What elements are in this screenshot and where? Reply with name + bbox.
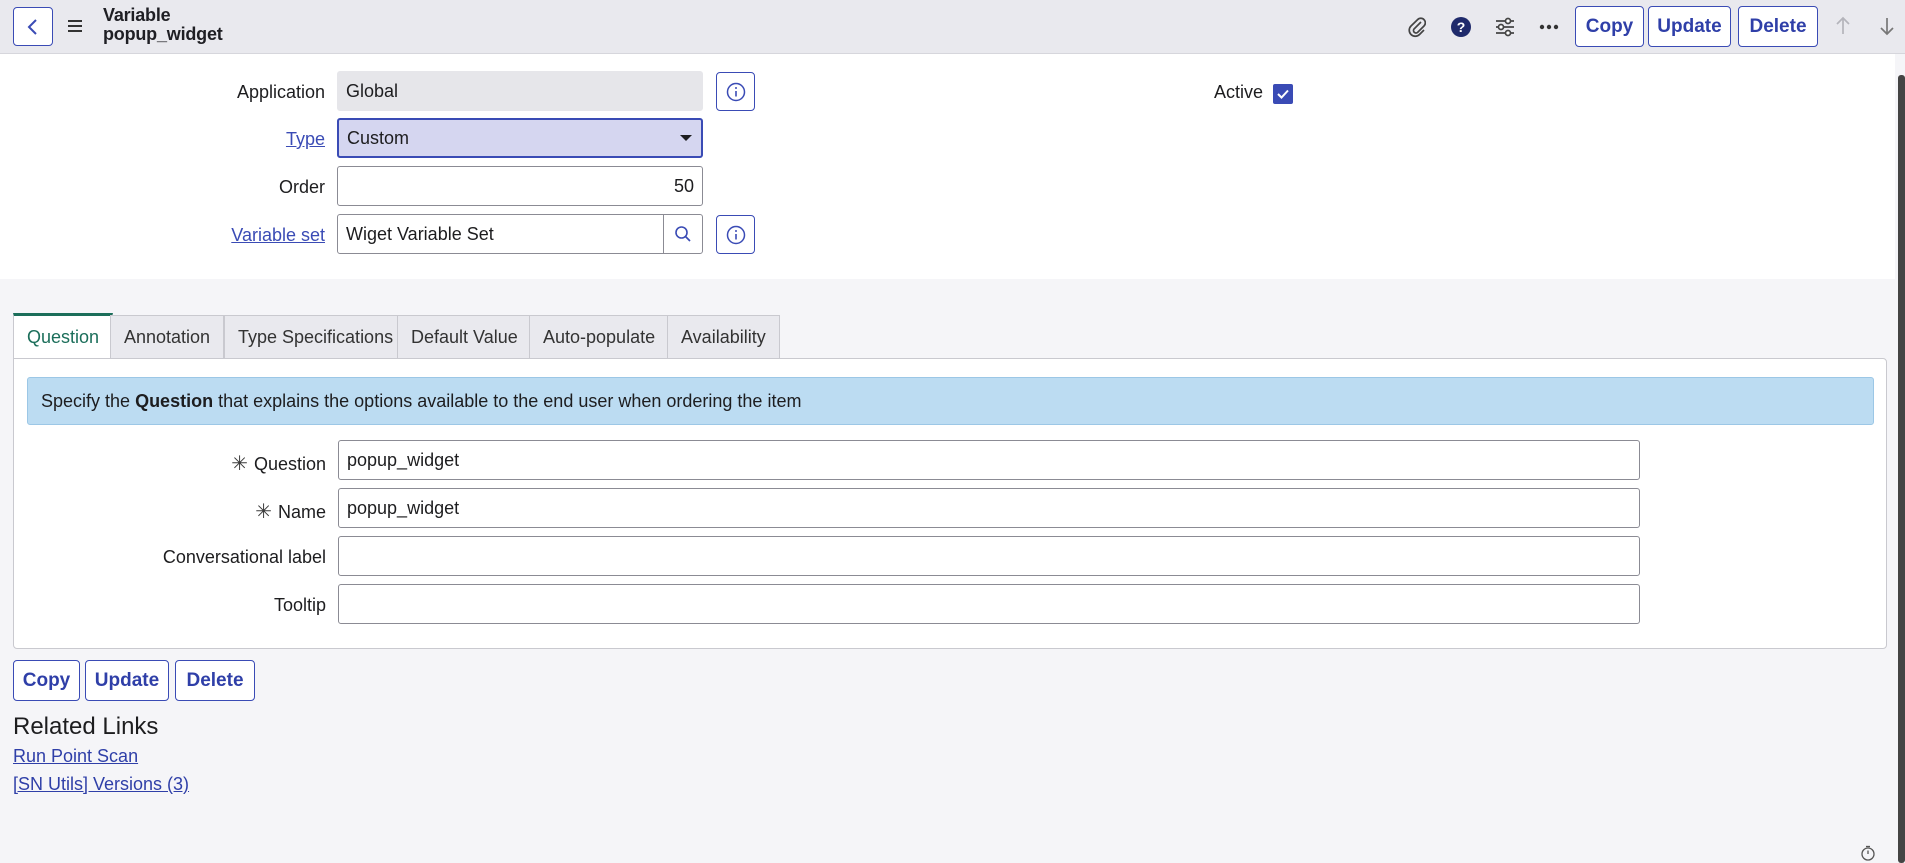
info-icon: [726, 225, 745, 244]
application-field: Global: [337, 71, 703, 111]
question-label-text: Question: [253, 454, 326, 474]
delete-button[interactable]: Delete: [1738, 6, 1818, 47]
banner-text-bold: Question: [135, 390, 214, 411]
tooltip-label: Tooltip: [273, 595, 326, 615]
tab-default-value[interactable]: Default Value: [397, 315, 532, 359]
order-input[interactable]: 50: [337, 166, 703, 206]
tooltip-input[interactable]: [338, 584, 1640, 624]
variable-set-label-link[interactable]: Variable set: [150, 225, 325, 246]
question-input[interactable]: popup_widget: [338, 440, 1640, 480]
variable-set-info-button[interactable]: [716, 215, 755, 254]
tab-annotation[interactable]: Annotation: [110, 315, 225, 359]
page-scrollbar[interactable]: [1898, 75, 1905, 863]
record-form-top: Application Global Active Type Custom Or…: [0, 54, 1895, 279]
active-label: Active: [1213, 82, 1263, 102]
banner-text-suffix: that explains the options available to t…: [213, 390, 802, 411]
active-checkbox[interactable]: [1273, 84, 1293, 104]
name-label-text: Name: [277, 502, 326, 522]
required-asterisk-icon: ✳: [255, 501, 272, 523]
conversational-label-label: Conversational label: [162, 547, 326, 567]
search-icon: [675, 226, 691, 242]
tab-question[interactable]: Question: [13, 313, 114, 359]
tab-availability[interactable]: Availability: [667, 315, 780, 359]
application-label: Application: [236, 82, 325, 102]
related-links-title: Related Links: [13, 713, 159, 740]
variable-set-input[interactable]: Wiget Variable Set: [337, 214, 664, 254]
bottom-copy-button[interactable]: Copy: [13, 660, 80, 701]
arrow-up-icon[interactable]: [1829, 12, 1857, 40]
update-button[interactable]: Update: [1648, 6, 1731, 47]
svg-text:?: ?: [1457, 19, 1466, 35]
page-title: Variable popup_widget: [103, 6, 223, 44]
more-icon[interactable]: [1534, 12, 1564, 42]
type-select[interactable]: Custom: [337, 118, 703, 158]
back-button[interactable]: [13, 7, 53, 46]
help-icon[interactable]: ?: [1446, 12, 1476, 42]
question-label: ✳ Question: [114, 451, 326, 476]
name-input[interactable]: popup_widget: [338, 488, 1640, 528]
banner-text-prefix: Specify the: [41, 390, 136, 411]
required-asterisk-icon: ✳: [231, 453, 248, 475]
bottom-delete-button[interactable]: Delete: [175, 660, 255, 701]
info-banner: Specify the Question that explains the o…: [27, 377, 1874, 425]
conversational-label-input[interactable]: [338, 536, 1640, 576]
copy-button[interactable]: Copy: [1575, 6, 1644, 47]
caret-down-icon: [680, 135, 692, 141]
form-header: Variable popup_widget ? Copy Update Dele…: [0, 0, 1905, 54]
info-icon: [726, 82, 745, 101]
type-label-link[interactable]: Type: [150, 129, 325, 150]
settings-sliders-icon[interactable]: [1490, 12, 1520, 42]
menu-icon[interactable]: [68, 15, 88, 37]
title-record-name: popup_widget: [103, 24, 223, 44]
application-info-button[interactable]: [716, 72, 755, 111]
chevron-left-icon: [27, 18, 37, 35]
run-point-scan-link[interactable]: Run Point Scan: [13, 746, 138, 767]
tab-type-specifications[interactable]: Type Specifications: [224, 315, 408, 359]
bottom-update-button[interactable]: Update: [85, 660, 169, 701]
timer-icon[interactable]: [1860, 845, 1876, 861]
tab-auto-populate[interactable]: Auto-populate: [529, 315, 670, 359]
title-table-name: Variable: [103, 5, 171, 25]
paperclip-icon[interactable]: [1402, 12, 1432, 42]
order-label: Order: [278, 177, 325, 197]
variable-set-lookup-button[interactable]: [663, 214, 703, 254]
sn-utils-versions-link[interactable]: [SN Utils] Versions (3): [13, 774, 189, 795]
question-tab-panel: Specify the Question that explains the o…: [13, 358, 1887, 649]
name-label: ✳ Name: [114, 499, 326, 524]
arrow-down-icon[interactable]: [1873, 12, 1901, 40]
type-select-value: Custom: [347, 127, 410, 148]
checkmark-icon: [1277, 89, 1289, 99]
